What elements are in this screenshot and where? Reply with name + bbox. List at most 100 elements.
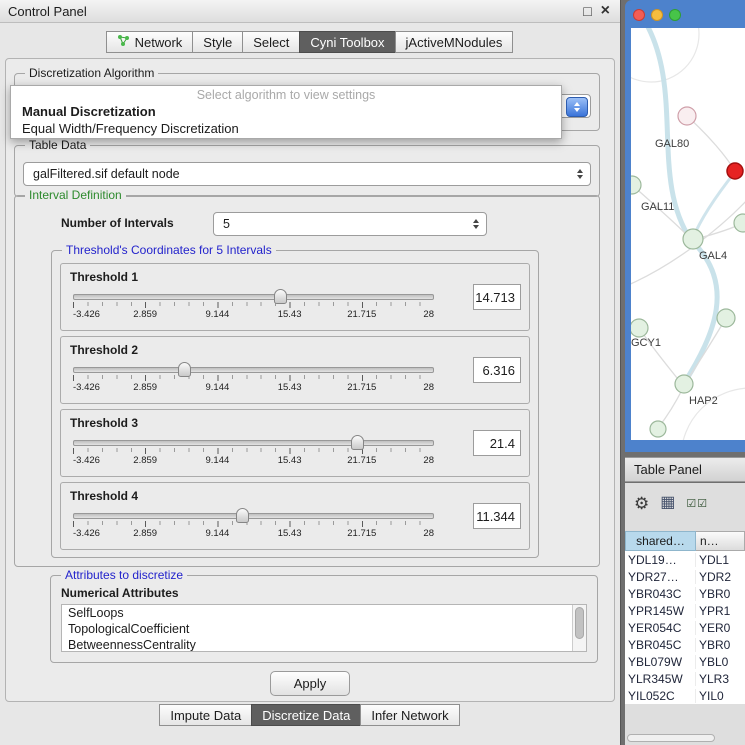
minimize-button[interactable] xyxy=(651,9,663,21)
tab-cyni-toolbox[interactable]: Cyni Toolbox xyxy=(299,31,395,53)
list-item[interactable]: BetweennessCentrality xyxy=(62,637,586,652)
cell[interactable]: YLR3 xyxy=(696,672,745,686)
threshold-1-value-field[interactable]: 14.713 xyxy=(473,284,521,310)
network-node[interactable] xyxy=(717,309,735,327)
network-canvas[interactable]: GAL80 GAL11 GAL4 GCY1 HAP2 xyxy=(631,28,745,440)
scale-label: 28 xyxy=(423,455,434,466)
tab-discretize-data[interactable]: Discretize Data xyxy=(251,704,361,726)
dropdown-option-manual[interactable]: Manual Discretization xyxy=(11,103,561,120)
scale-label: 28 xyxy=(423,309,434,320)
threshold-2-value-field[interactable]: 6.316 xyxy=(473,357,521,383)
cell[interactable]: YDR27… xyxy=(625,570,696,584)
slider-handle[interactable] xyxy=(351,435,364,450)
gear-icon[interactable]: ⚙ xyxy=(634,495,649,512)
slider-handle[interactable] xyxy=(236,508,249,523)
close-button[interactable] xyxy=(633,9,645,21)
window-controls: □ × xyxy=(583,0,610,22)
threshold-3-value-field[interactable]: 21.4 xyxy=(473,430,521,456)
network-node[interactable] xyxy=(650,421,666,437)
threshold-2-slider: -3.426 2.859 9.144 15.43 21.715 28 xyxy=(73,367,434,394)
node-label: GAL80 xyxy=(655,138,689,150)
select-columns-icon[interactable]: ☑☑ xyxy=(686,497,708,510)
cell[interactable]: YBR045C xyxy=(625,638,696,652)
slider-handle[interactable] xyxy=(274,289,287,304)
list-item[interactable]: TopologicalCoefficient xyxy=(62,621,586,637)
scrollbar-thumb[interactable] xyxy=(575,607,584,639)
threshold-1-slider: -3.426 2.859 9.144 15.43 21.715 28 xyxy=(73,294,434,321)
table-data-combobox[interactable]: galFiltered.sif default node xyxy=(23,162,591,186)
network-node[interactable] xyxy=(683,229,703,249)
table-row[interactable]: YBR043C YBR0 xyxy=(625,585,745,602)
table-row[interactable]: YBR045C YBR0 xyxy=(625,636,745,653)
scale-label: 9.144 xyxy=(206,528,230,539)
tab-network[interactable]: Network xyxy=(106,31,194,53)
table-toolbar: ⚙ ▦ ☑☑ xyxy=(625,483,745,523)
network-view-window: GAL80 GAL11 GAL4 GCY1 HAP2 xyxy=(625,0,745,452)
list-item[interactable]: SelfLoops xyxy=(62,605,586,621)
slider-handle[interactable] xyxy=(178,362,191,377)
network-node[interactable] xyxy=(678,107,696,125)
threshold-4-value-field[interactable]: 11.344 xyxy=(473,503,521,529)
network-node-selected[interactable] xyxy=(727,163,743,179)
cell[interactable]: YIL0 xyxy=(696,689,745,703)
threshold-4-slider: -3.426 2.859 9.144 15.43 21.715 28 xyxy=(73,513,434,540)
cell[interactable]: YBR0 xyxy=(696,638,745,652)
table-row[interactable]: YER054C YER0 xyxy=(625,619,745,636)
tab-jactivemnodules[interactable]: jActiveMNodules xyxy=(395,31,514,53)
cell[interactable]: YBL0 xyxy=(696,655,745,669)
slider-track[interactable] xyxy=(73,440,434,446)
table-row[interactable]: YPR145W YPR1 xyxy=(625,602,745,619)
tab-label: jActiveMNodules xyxy=(406,35,503,50)
number-of-intervals-combobox[interactable]: 5 xyxy=(213,212,487,236)
number-of-intervals-value: 5 xyxy=(223,217,230,231)
cell[interactable]: YER054C xyxy=(625,621,696,635)
cell[interactable]: YIL052C xyxy=(625,689,696,703)
cell[interactable]: YPR1 xyxy=(696,604,745,618)
table-row[interactable]: YIL052C YIL0 xyxy=(625,687,745,704)
network-node[interactable] xyxy=(734,214,745,232)
table-row[interactable]: YBL079W YBL0 xyxy=(625,653,745,670)
table-row[interactable]: YDL19… YDL1 xyxy=(625,551,745,568)
network-node[interactable] xyxy=(675,375,693,393)
cell[interactable]: YLR345W xyxy=(625,672,696,686)
cell[interactable]: YPR145W xyxy=(625,604,696,618)
column-header-name[interactable]: n… xyxy=(696,531,745,551)
cell[interactable]: YBL079W xyxy=(625,655,696,669)
attributes-list-scrollbar[interactable] xyxy=(572,605,586,651)
cell[interactable]: YER0 xyxy=(696,621,745,635)
up-down-arrows-icon xyxy=(473,219,479,229)
dropdown-arrows-icon[interactable] xyxy=(566,97,588,117)
scale-label: 2.859 xyxy=(133,382,157,393)
tab-style[interactable]: Style xyxy=(192,31,243,53)
slider-track[interactable] xyxy=(73,367,434,373)
tab-infer-network[interactable]: Infer Network xyxy=(360,704,459,726)
table-row[interactable]: YDR27… YDR2 xyxy=(625,568,745,585)
cell[interactable]: YDR2 xyxy=(696,570,745,584)
zoom-button[interactable] xyxy=(669,9,681,21)
dropdown-option-equal-width[interactable]: Equal Width/Frequency Discretization xyxy=(11,120,561,137)
threshold-1-block: Threshold 1 -3.426 2.859 9.144 15.43 xyxy=(60,263,530,331)
screen: Control Panel □ × Network Style Select C… xyxy=(0,0,745,745)
tab-impute-data[interactable]: Impute Data xyxy=(159,704,252,726)
threshold-4-block: Threshold 4 -3.426 2.859 9.144 15.43 xyxy=(60,482,530,550)
tab-select[interactable]: Select xyxy=(242,31,300,53)
close-icon[interactable]: × xyxy=(601,4,610,18)
column-header-shared-name[interactable]: shared… xyxy=(625,531,696,551)
cell[interactable]: YDL1 xyxy=(696,553,745,567)
cell[interactable]: YDL19… xyxy=(625,553,696,567)
apply-button[interactable]: Apply xyxy=(270,671,350,696)
network-icon xyxy=(117,34,130,50)
slider-ticks xyxy=(73,375,434,381)
columns-icon[interactable]: ▦ xyxy=(660,495,675,511)
cell[interactable]: YBR0 xyxy=(696,587,745,601)
table-row[interactable]: YLR345W YLR3 xyxy=(625,670,745,687)
cell[interactable]: YBR043C xyxy=(625,587,696,601)
network-node[interactable] xyxy=(631,319,648,337)
scale-label: 2.859 xyxy=(133,455,157,466)
group-label: Table Data xyxy=(25,138,90,152)
slider-track[interactable] xyxy=(73,294,434,300)
float-window-icon[interactable]: □ xyxy=(583,4,591,18)
slider-scale: -3.426 2.859 9.144 15.43 21.715 28 xyxy=(73,528,434,540)
slider-track[interactable] xyxy=(73,513,434,519)
horizontal-scrollbar[interactable] xyxy=(627,734,715,742)
